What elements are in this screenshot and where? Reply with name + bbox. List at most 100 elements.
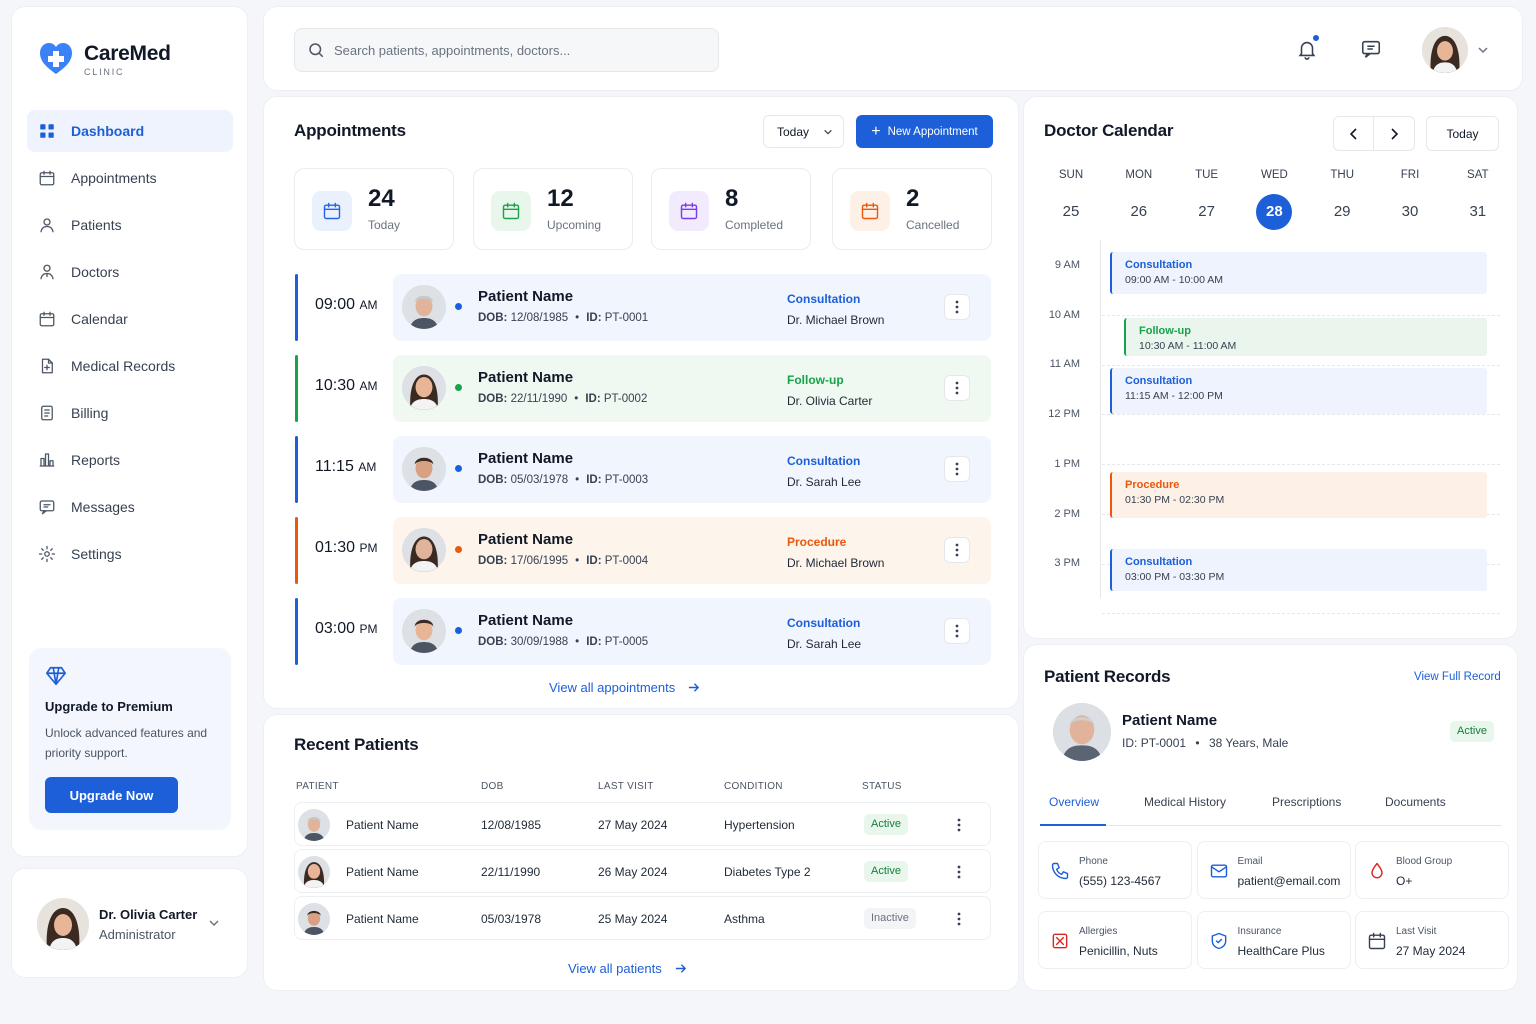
chevron-down-icon[interactable] [208,917,220,929]
appointment-type: Consultation [787,616,861,630]
day-number[interactable]: 26 [1121,194,1157,230]
appointment-doctor: Dr. Sarah Lee [787,637,862,651]
user-avatar[interactable] [1422,27,1468,73]
next-week-button[interactable] [1374,117,1414,150]
stat-card-cancelled[interactable]: 2 Cancelled [832,168,992,250]
dob-cell: 05/03/1978 [481,912,542,926]
calendar-icon [861,202,879,220]
appointment-item[interactable]: 01:30 PM Patient Name DOB: 17/06/1995 • ID: … [295,517,992,584]
row-more-button[interactable] [957,912,961,926]
day-number[interactable]: 25 [1053,194,1089,230]
calendar-event-procedure[interactable]: Procedure 01:30 PM - 02:30 PM [1110,472,1487,518]
calendar-icon [39,311,55,327]
day-number[interactable]: 27 [1189,194,1225,230]
calendar-event-consultation[interactable]: Consultation 11:15 AM - 12:00 PM [1110,368,1487,414]
chat-icon[interactable] [1360,38,1382,60]
sidebar-item-dashboard[interactable]: Dashboard [27,110,233,152]
info-label: Insurance [1237,926,1282,937]
appointment-more-button[interactable] [944,294,970,320]
appointment-more-button[interactable] [944,537,970,563]
info-icon-wrap [1367,861,1387,881]
sidebar-item-patients[interactable]: Patients [27,204,233,246]
sidebar-item-messages[interactable]: Messages [27,486,233,528]
last-visit-cell: 25 May 2024 [598,912,668,926]
stat-card-completed[interactable]: 8 Completed [651,168,811,250]
sidebar-item-medical-records[interactable]: Medical Records [27,345,233,387]
appointment-type: Procedure [787,535,847,549]
stat-value: 12 [547,185,574,212]
date-filter-select[interactable]: Today [763,115,844,148]
appointment-card: Patient Name DOB: 30/09/1988 • ID: PT-0005 C… [393,598,991,665]
sidebar-item-settings[interactable]: Settings [27,533,233,575]
avatar-face-icon [402,528,446,572]
appointment-item[interactable]: 11:15 AM Patient Name DOB: 05/03/1978 • ID: … [295,436,992,503]
hour-gridline [1102,464,1500,466]
notifications-button[interactable] [1296,34,1320,61]
appointment-item[interactable]: 03:00 PM Patient Name DOB: 30/09/1988 • ID: … [295,598,992,665]
prev-week-button[interactable] [1334,117,1375,150]
id-value: PT-0001 [604,312,649,324]
appointment-type: Follow-up [787,373,844,387]
sidebar-item-appointments[interactable]: Appointments [27,157,233,199]
day-number[interactable]: 28 [1256,194,1293,230]
upgrade-text: Unlock advanced features and priority su… [45,726,208,760]
drop-icon [1371,862,1383,879]
user-profile[interactable]: Dr. Olivia Carter Administrator [11,868,248,978]
chevron-down-icon[interactable] [1477,44,1489,56]
appointment-ampm: AM [358,460,377,474]
upgrade-now-button[interactable]: Upgrade Now [45,777,178,813]
view-all-patients-link[interactable]: View all patients [568,961,687,976]
sidebar-item-label: Patients [71,217,122,233]
sidebar-item-reports[interactable]: Reports [27,439,233,481]
row-more-button[interactable] [957,865,961,879]
stat-label: Upcoming [547,218,602,232]
record-id: PT-0001 [1140,736,1187,750]
patient-avatar [298,856,330,888]
appointment-time-value: 11:15 [315,458,354,475]
search-box[interactable] [294,28,719,72]
view-full-record-link[interactable]: View Full Record [1414,671,1501,683]
sidebar-item-doctors[interactable]: Doctors [27,251,233,293]
new-appointment-button[interactable]: + New Appointment [856,115,993,148]
id-label: ID: [586,636,602,648]
tab-overview[interactable]: Overview [1049,795,1099,809]
appointment-ampm: AM [359,298,378,312]
event-time: 11:15 AM - 12:00 PM [1125,390,1223,402]
dob-value: 22/11/1990 [510,393,568,405]
appointment-item[interactable]: 09:00 AM Patient Name DOB: 12/08/1985 • ID: … [295,274,992,341]
logo[interactable]: CareMed CLINIC [38,41,171,77]
view-all-appointments-link[interactable]: View all appointments [549,680,700,695]
table-row[interactable]: Patient Name 12/08/1985 27 May 2024 Hyperte… [294,802,991,846]
calendar-event-follow-up[interactable]: Follow-up 10:30 AM - 11:00 AM [1124,318,1487,356]
sidebar-item-billing[interactable]: Billing [27,392,233,434]
stat-card-upcoming[interactable]: 12 Upcoming [473,168,633,250]
event-time: 09:00 AM - 10:00 AM [1125,274,1224,286]
dob-value: 05/03/1978 [510,474,569,486]
sidebar-item-label: Calendar [71,311,128,327]
sidebar-item-label: Settings [71,546,122,562]
appointment-item[interactable]: 10:30 AM Patient Name DOB: 22/11/1990 • ID: … [295,355,992,422]
calendar-event-consultation[interactable]: Consultation 09:00 AM - 10:00 AM [1110,252,1487,294]
calendar-event-consultation[interactable]: Consultation 03:00 PM - 03:30 PM [1110,549,1487,591]
stat-card-today[interactable]: 24 Today [294,168,454,250]
row-more-button[interactable] [957,818,961,832]
table-row[interactable]: Patient Name 05/03/1978 25 May 2024 Asthma I… [294,896,991,940]
stat-label: Today [368,218,401,232]
day-number[interactable]: 29 [1324,194,1360,230]
today-button[interactable]: Today [1426,116,1499,151]
record-id-label: ID: [1122,736,1138,750]
appointment-more-button[interactable] [944,375,970,401]
view-all-patients-label: View all patients [568,961,662,976]
calendar-title: Doctor Calendar [1044,121,1174,140]
records-title: Patient Records [1044,667,1171,686]
sidebar-item-calendar[interactable]: Calendar [27,298,233,340]
search-input[interactable] [334,42,694,58]
tab-medical-history[interactable]: Medical History [1144,795,1226,809]
tab-documents[interactable]: Documents [1385,795,1446,809]
appointment-more-button[interactable] [944,456,970,482]
day-number[interactable]: 30 [1392,194,1428,230]
appointment-more-button[interactable] [944,618,970,644]
table-row[interactable]: Patient Name 22/11/1990 26 May 2024 Diabete… [294,849,991,893]
day-number[interactable]: 31 [1460,194,1496,230]
tab-prescriptions[interactable]: Prescriptions [1272,795,1341,809]
